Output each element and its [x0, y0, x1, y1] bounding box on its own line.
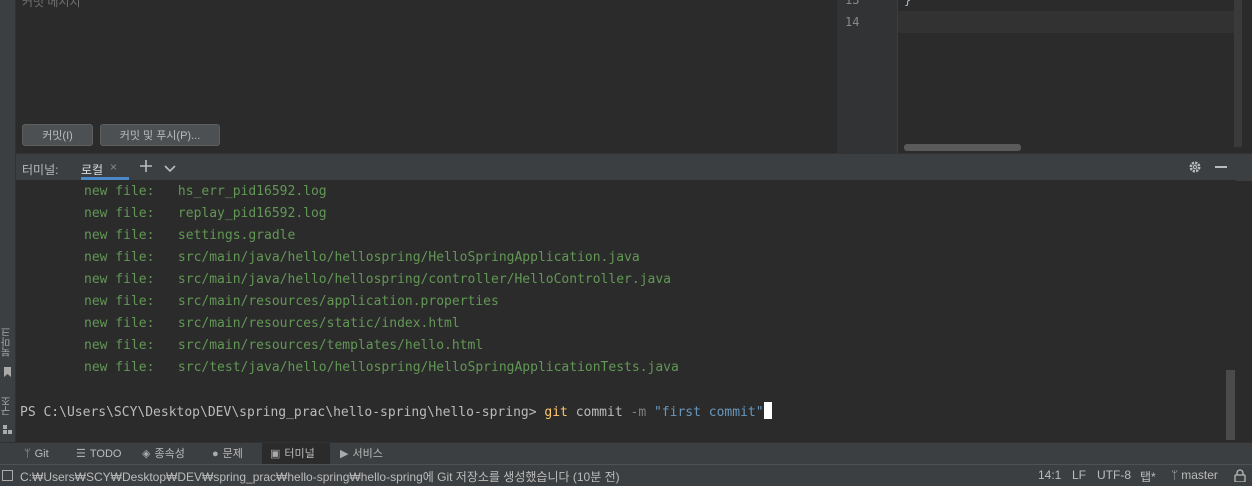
terminal-tool-button[interactable]: ▣ 터미널: [262, 443, 330, 465]
command-prompt[interactable]: PS C:\Users\SCY\Desktop\DEV\spring_prac\…: [20, 402, 772, 420]
terminal-line: new file: src/main/java/hello/hellosprin…: [84, 272, 671, 287]
git-branch-widget[interactable]: ᛘ master: [1171, 468, 1218, 482]
tool-window-bar: ᛘ Git ☰ TODO ◈ 종속성 ● 문제 ▣ 터미널 ▶ 서비스: [0, 442, 1252, 465]
info-icon: ●: [212, 448, 219, 460]
tab-local[interactable]: 로컬 ×: [81, 154, 129, 180]
minimize-icon[interactable]: [1215, 166, 1227, 168]
lock-icon[interactable]: [1233, 469, 1247, 483]
terminal-line: new file: src/main/resources/templates/h…: [84, 338, 484, 353]
chevron-down-icon[interactable]: [164, 161, 176, 173]
git-branch-icon: ᛘ: [1171, 468, 1179, 482]
add-icon[interactable]: [139, 159, 153, 173]
terminal-line: new file: hs_err_pid16592.log: [84, 184, 327, 199]
caret-position[interactable]: 14:1: [1038, 468, 1061, 482]
commit-and-push-button[interactable]: 커밋 및 푸시(P)...: [100, 124, 220, 146]
terminal-line: new file: src/main/resources/application…: [84, 294, 499, 309]
terminal-line: new file: src/main/java/hello/hellosprin…: [84, 250, 640, 265]
command-subcommand: commit: [567, 405, 631, 420]
terminal-label: 터미널: [284, 448, 315, 460]
bookmarks-tab[interactable]: 북마크: [0, 322, 15, 362]
window-icon[interactable]: [2, 470, 13, 481]
problems-label: 문제: [222, 448, 243, 460]
line-number: 14: [845, 15, 860, 29]
problems-tool-button[interactable]: ● 문제: [212, 443, 243, 465]
line-gutter: 13 14: [838, 0, 898, 153]
commit-button[interactable]: 커밋(I): [22, 124, 93, 146]
left-tool-strip: 북마크 구조: [0, 0, 16, 442]
code-line: }: [904, 0, 912, 7]
terminal-header: 터미널: 로컬 ×: [16, 153, 1252, 181]
terminal-line: new file: replay_pid16592.log: [84, 206, 327, 221]
terminal-scrollbar[interactable]: [1226, 370, 1235, 440]
gear-icon[interactable]: [1188, 160, 1202, 174]
prompt-path: PS C:\Users\SCY\Desktop\DEV\spring_prac\…: [20, 405, 545, 420]
commit-panel: 커밋 메시지 커밋(I) 커밋 및 푸시(P)...: [16, 0, 836, 153]
bookmark-icon: [3, 364, 12, 377]
current-line-highlight: [898, 11, 1234, 33]
todo-label: TODO: [89, 448, 122, 460]
layers-icon: ◈: [142, 448, 151, 460]
indent-setting[interactable]: 탭*: [1140, 468, 1156, 485]
line-number: 13: [845, 0, 860, 7]
terminal-line: new file: src/main/resources/static/inde…: [84, 316, 460, 331]
terminal-line: new file: settings.gradle: [84, 228, 296, 243]
list-icon: ☰: [76, 448, 86, 460]
status-bar: C:₩Users₩SCY₩Desktop₩DEV₩spring_prac₩hel…: [0, 464, 1252, 486]
dependencies-label: 종속성: [154, 448, 185, 460]
branch-name: master: [1181, 468, 1218, 482]
command-flag: -m: [630, 405, 647, 420]
status-message[interactable]: C:₩Users₩SCY₩Desktop₩DEV₩spring_prac₩hel…: [20, 468, 620, 485]
todo-tool-button[interactable]: ☰ TODO: [76, 443, 121, 465]
play-icon: ▶: [340, 448, 349, 460]
structure-tab[interactable]: 구조: [0, 393, 15, 419]
terminal-title: 터미널:: [22, 163, 59, 177]
text-cursor: [763, 402, 772, 419]
git-tool-button[interactable]: ᛘ Git: [24, 443, 49, 465]
git-branch-icon: ᛘ: [24, 448, 31, 460]
terminal-line: new file: src/test/java/hello/hellosprin…: [84, 360, 679, 375]
structure-label: 구조: [2, 396, 13, 416]
commit-message-field[interactable]: 커밋 메시지: [22, 0, 81, 10]
command-name: git: [544, 405, 568, 420]
tab-local-label: 로컬: [81, 163, 104, 177]
git-label: Git: [34, 448, 49, 460]
services-label: 서비스: [352, 448, 383, 460]
close-icon[interactable]: ×: [110, 160, 117, 174]
terminal-icon: ▣: [270, 448, 281, 460]
file-encoding[interactable]: UTF-8: [1097, 468, 1131, 482]
services-tool-button[interactable]: ▶ 서비스: [340, 443, 383, 465]
code-editor[interactable]: 13 14 }: [837, 0, 1252, 153]
structure-icon: [3, 421, 12, 434]
terminal-output[interactable]: new file: hs_err_pid16592.log new file: …: [16, 180, 1236, 442]
command-argument: "first commit": [646, 405, 764, 420]
dependencies-tool-button[interactable]: ◈ 종속성: [142, 443, 185, 465]
editor-vertical-scrollbar[interactable]: [1234, 0, 1242, 147]
bookmarks-label: 북마크: [2, 327, 13, 357]
line-separator[interactable]: LF: [1072, 468, 1086, 482]
editor-horizontal-scrollbar[interactable]: [904, 144, 1021, 151]
